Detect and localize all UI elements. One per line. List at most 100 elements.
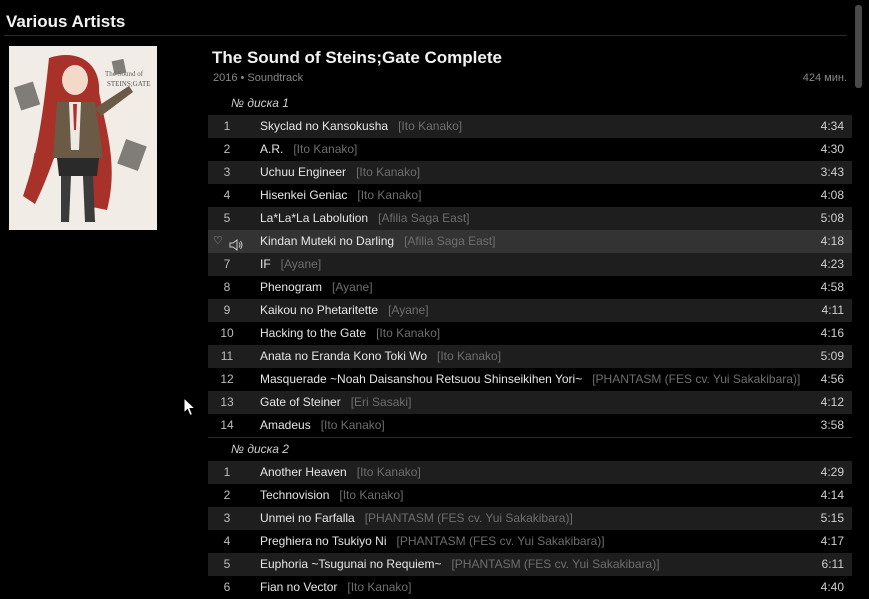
track-title: Phenogram [Ayane] (260, 280, 373, 294)
track-artist: [Ayane] (388, 303, 429, 317)
track-number: 13 (220, 395, 234, 409)
track-title: Preghiera no Tsukiyo Ni [PHANTASM (FES cv… (260, 534, 605, 548)
track-artist: [Ito Kanako] (320, 418, 385, 432)
track-duration: 4:18 (820, 234, 844, 248)
track-duration: 4:56 (820, 372, 844, 386)
artist-header[interactable]: Various Artists (6, 12, 125, 32)
mouse-cursor-icon (183, 396, 197, 420)
track-title: Euphoria ~Tsugunai no Requiem~ [PHANTASM … (260, 557, 660, 571)
track-row[interactable]: 10 Hacking to the Gate [Ito Kanako] 4:16 (208, 322, 852, 345)
track-row[interactable]: 7 IF [Ayane] 4:23 (208, 253, 852, 276)
track-duration: 6:11 (821, 557, 844, 571)
track-artist: [PHANTASM (FES cv. Yui Sakakibara)] (592, 372, 801, 386)
track-duration: 4:14 (820, 488, 844, 502)
track-number: 6 (223, 580, 231, 594)
track-title: Hisenkei Geniac [Ito Kanako] (260, 188, 422, 202)
track-row[interactable]: 6 Fian no Vector [Ito Kanako] 4:40 (208, 576, 852, 599)
album-cover-art: The Sound of STEINS;GATE (9, 46, 157, 230)
track-duration: 4:12 (820, 395, 844, 409)
track-number: 1 (223, 119, 231, 133)
track-row[interactable]: 2 A.R. [Ito Kanako] 4:30 (208, 138, 852, 161)
track-number: 1 (223, 465, 231, 479)
track-duration: 4:23 (820, 257, 844, 271)
track-duration: 4:17 (820, 534, 844, 548)
track-artist: [Ayane] (280, 257, 322, 271)
track-row[interactable]: 2 Technovision [Ito Kanako] 4:14 (208, 484, 852, 507)
track-artist: [Afilia Saga East] (404, 234, 496, 248)
track-number: 12 (220, 372, 234, 386)
track-artist: [Ayane] (332, 280, 373, 294)
track-artist: [Ito Kanako] (357, 188, 422, 202)
track-artist: [Ito Kanako] (356, 465, 421, 479)
track-row[interactable]: 4 Preghiera no Tsukiyo Ni [PHANTASM (FES c… (208, 530, 852, 553)
track-artist: [Ito Kanako] (347, 580, 412, 594)
track-row[interactable]: 1 Skyclad no Kansokusha [Ito Kanako] 4:34 (208, 115, 852, 138)
track-title: Kaikou no Phetaritette [Ayane] (260, 303, 429, 317)
track-row[interactable]: 5 Euphoria ~Tsugunai no Requiem~ [PHANTASM… (208, 553, 852, 576)
track-title: A.R. [Ito Kanako] (260, 142, 358, 156)
track-list: № диска 1 1 Skyclad no Kansokusha [Ito Kan… (208, 92, 852, 599)
disc-label: № диска 2 (208, 437, 852, 461)
track-row[interactable]: 3 Uchuu Engineer [Ito Kanako] 3:43 (208, 161, 852, 184)
album-title: The Sound of Steins;Gate Complete (212, 48, 502, 67)
track-row[interactable]: 3 Unmei no Farfalla [PHANTASM (FES cv. Yui… (208, 507, 852, 530)
track-row[interactable]: 5 La*La*La Labolution [Afilia Saga East] 5:… (208, 207, 852, 230)
track-artist: [Ito Kanako] (356, 165, 421, 179)
track-number: 4 (223, 188, 231, 202)
track-title: Uchuu Engineer [Ito Kanako] (260, 165, 421, 179)
track-row[interactable]: 11 Anata no Eranda Kono Toki Wo [Ito Kanak… (208, 345, 852, 368)
track-duration: 4:16 (820, 326, 844, 340)
track-number: 5 (223, 557, 231, 571)
track-duration: 5:09 (820, 349, 844, 363)
track-number: 5 (223, 211, 231, 225)
track-number: 9 (223, 303, 231, 317)
disc-label: № диска 1 (231, 96, 289, 110)
track-title: La*La*La Labolution [Afilia Saga East] (260, 211, 470, 225)
track-artist: [PHANTASM (FES cv. Yui Sakakibara)] (451, 557, 660, 571)
track-row[interactable]: 9 Kaikou no Phetaritette [Ayane] 4:11 (208, 299, 852, 322)
track-title: Hacking to the Gate [Ito Kanako] (260, 326, 441, 340)
track-artist: [PHANTASM (FES cv. Yui Sakakibara)] (396, 534, 605, 548)
track-title: Anata no Eranda Kono Toki Wo [Ito Kanako] (260, 349, 502, 363)
track-row[interactable]: 8 Phenogram [Ayane] 4:58 (208, 276, 852, 299)
album-duration: 424 мин. (802, 72, 847, 84)
track-number: 4 (223, 534, 231, 548)
track-row-now-playing[interactable]: ♡ Kindan Muteki no Darling [Afilia Saga E… (208, 230, 852, 253)
track-number: 3 (223, 511, 231, 525)
track-title: Unmei no Farfalla [PHANTASM (FES cv. Yui … (260, 511, 573, 525)
track-title: Technovision [Ito Kanako] (260, 488, 404, 502)
track-duration: 4:29 (820, 465, 844, 479)
track-number: 2 (223, 488, 231, 502)
track-row[interactable]: 1 Another Heaven [Ito Kanako] 4:29 (208, 461, 852, 484)
track-duration: 3:58 (820, 418, 844, 432)
track-duration: 4:40 (820, 580, 844, 594)
track-artist: [Ito Kanako] (437, 349, 502, 363)
svg-text:STEINS;GATE: STEINS;GATE (107, 80, 151, 88)
track-title: IF [Ayane] (260, 257, 322, 271)
track-duration: 4:30 (820, 142, 844, 156)
track-title: Fian no Vector [Ito Kanako] (260, 580, 412, 594)
heart-icon[interactable]: ♡ (213, 230, 223, 253)
header-divider (4, 35, 847, 36)
track-duration: 3:43 (820, 165, 844, 179)
track-artist: [Ito Kanako] (376, 326, 441, 340)
track-row[interactable]: 14 Amadeus [Ito Kanako] 3:58 (208, 414, 852, 437)
track-duration: 4:34 (820, 119, 844, 133)
svg-text:The Sound of: The Sound of (105, 70, 144, 78)
track-title: Gate of Steiner [Eri Sasaki] (260, 395, 412, 409)
track-number: 11 (220, 349, 234, 363)
scrollbar-thumb[interactable] (855, 5, 862, 88)
track-duration: 5:15 (820, 511, 844, 525)
track-title: Kindan Muteki no Darling [Afilia Saga Eas… (260, 234, 496, 248)
track-number: 2 (223, 142, 231, 156)
album-cover[interactable]: The Sound of STEINS;GATE (9, 46, 157, 230)
track-number: 10 (220, 326, 234, 340)
track-duration: 4:11 (821, 303, 844, 317)
track-number: 14 (220, 418, 234, 432)
track-row[interactable]: 4 Hisenkei Geniac [Ito Kanako] 4:08 (208, 184, 852, 207)
track-artist: [Afilia Saga East] (378, 211, 470, 225)
track-artist: [Ito Kanako] (339, 488, 404, 502)
album-meta: 2016 • Soundtrack (213, 72, 304, 84)
track-row[interactable]: 13 Gate of Steiner [Eri Sasaki] 4:12 (208, 391, 852, 414)
track-row[interactable]: 12 Masquerade ~Noah Daisanshou Retsuou Sh… (208, 368, 852, 391)
